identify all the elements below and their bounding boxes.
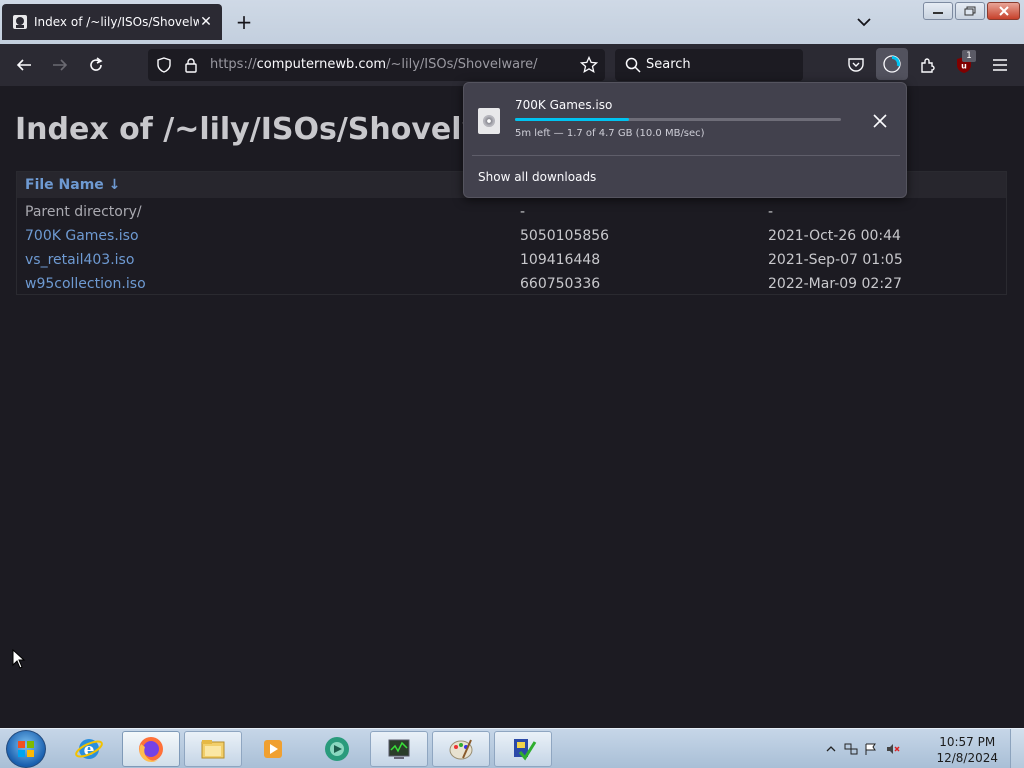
file-explorer-icon [201, 740, 225, 759]
download-progress-bar [515, 118, 841, 121]
window-controls [923, 2, 1020, 20]
parent-directory-link[interactable]: Parent directory/ [25, 204, 142, 220]
firefox-icon [139, 737, 163, 762]
taskbar-checklist-app[interactable] [494, 731, 552, 767]
close-icon [998, 6, 1009, 16]
url-text[interactable]: https://computernewb.com/~lily/ISOs/Shov… [210, 57, 538, 72]
divider [472, 155, 900, 156]
ublock-badge-count: 1 [962, 50, 976, 62]
file-date: 2022-Mar-09 02:27 [768, 276, 902, 292]
file-size: 5050105856 [520, 228, 610, 244]
file-size: - [520, 204, 526, 220]
url-host: computernewb.com [256, 57, 387, 72]
table-row: vs_retail403.iso 109416448 2021-Sep-07 0… [17, 248, 1006, 272]
clock-time: 10:57 PM [939, 735, 996, 749]
taskbar-file-explorer[interactable] [184, 731, 242, 767]
navigation-toolbar: https://computernewb.com/~lily/ISOs/Shov… [0, 44, 1024, 86]
downloads-panel: 700K Games.iso 5m left — 1.7 of 4.7 GB (… [463, 82, 907, 198]
file-size: 109416448 [520, 252, 601, 268]
file-date: 2021-Sep-07 01:05 [768, 252, 903, 268]
taskbar-firefox[interactable] [122, 731, 180, 767]
forward-button[interactable] [48, 53, 72, 77]
network-icon[interactable] [844, 743, 858, 755]
file-link[interactable]: vs_retail403.iso [25, 252, 134, 268]
task-manager-icon [388, 739, 410, 759]
back-arrow-icon [16, 59, 31, 71]
pocket-button[interactable] [844, 53, 868, 77]
cancel-download-button[interactable] [868, 109, 892, 133]
restore-button[interactable] [955, 2, 985, 20]
downloads-button[interactable] [876, 48, 908, 80]
url-path: /~lily/ISOs/Shovelware/ [386, 57, 538, 72]
favicon-icon [13, 15, 27, 29]
back-button[interactable] [12, 53, 36, 77]
windows-logo-icon [18, 741, 34, 757]
url-scheme: https:// [210, 57, 257, 72]
bookmark-star-icon[interactable] [580, 56, 598, 74]
taskbar-task-manager[interactable] [370, 731, 428, 767]
address-bar[interactable]: https://computernewb.com/~lily/ISOs/Shov… [148, 49, 605, 81]
new-tab-button[interactable]: + [232, 12, 256, 36]
forward-arrow-icon [53, 59, 68, 71]
close-window-button[interactable] [987, 2, 1020, 20]
minimize-icon [933, 12, 943, 14]
taskbar-disc-app[interactable] [308, 731, 366, 767]
tab-title: Index of /~lily/ISOs/Shovelware [34, 15, 199, 29]
download-progress-fill [515, 118, 630, 121]
svg-text:u: u [961, 62, 967, 71]
file-size: 660750336 [520, 276, 601, 292]
download-status: 5m left — 1.7 of 4.7 GB (10.0 MB/sec) [515, 128, 705, 139]
restore-icon [964, 6, 976, 16]
table-row: w95collection.iso 660750336 2022-Mar-09 … [17, 272, 1006, 296]
disc-image-file-icon [478, 108, 500, 134]
disc-app-icon [325, 737, 349, 761]
taskbar-media-player[interactable] [244, 731, 302, 767]
app-menu-button[interactable] [988, 53, 1012, 77]
minimize-button[interactable] [923, 2, 953, 20]
volume-muted-icon[interactable] [886, 743, 900, 755]
tab-close-icon[interactable]: ✕ [198, 14, 214, 30]
mouse-cursor-icon [12, 649, 26, 669]
search-icon [625, 57, 641, 73]
reload-icon [90, 57, 103, 71]
table-row: Parent directory/ - - [17, 200, 1006, 224]
close-icon [873, 114, 887, 128]
windows-taskbar: e 10:57 PM 12/8/2024 [0, 728, 1024, 768]
search-input[interactable]: Search [646, 57, 691, 72]
show-hidden-icons-chevron-icon[interactable] [824, 743, 838, 755]
internet-explorer-icon: e [75, 739, 103, 760]
checklist-app-icon [514, 739, 537, 761]
hamburger-menu-icon [993, 59, 1007, 71]
show-desktop-button[interactable] [1010, 729, 1024, 768]
download-progress-icon [883, 55, 901, 73]
action-center-flag-icon[interactable] [864, 743, 878, 755]
tab-active[interactable]: Index of /~lily/ISOs/Shovelware ✕ [2, 4, 222, 40]
taskbar-internet-explorer[interactable]: e [60, 731, 118, 767]
tab-strip: Index of /~lily/ISOs/Shovelware ✕ + [0, 0, 1024, 44]
start-button[interactable] [6, 730, 46, 768]
tracking-protection-shield-icon[interactable] [156, 57, 172, 73]
extensions-button[interactable] [916, 53, 940, 77]
puzzle-piece-icon [921, 58, 935, 73]
clock-date: 12/8/2024 [936, 751, 998, 765]
search-bar[interactable]: Search [615, 49, 803, 81]
file-link[interactable]: 700K Games.iso [25, 228, 139, 244]
table-row: 700K Games.iso 5050105856 2021-Oct-26 00… [17, 224, 1006, 248]
taskbar-clock[interactable]: 10:57 PM 12/8/2024 [936, 734, 998, 766]
taskbar-paint[interactable] [432, 731, 490, 767]
pocket-icon [848, 58, 864, 72]
reload-button[interactable] [84, 53, 108, 77]
show-all-downloads-link[interactable]: Show all downloads [478, 170, 596, 184]
media-player-icon [264, 740, 282, 758]
lock-icon[interactable] [184, 57, 198, 73]
file-link[interactable]: w95collection.iso [25, 276, 146, 292]
paint-icon [449, 739, 473, 760]
file-date: 2021-Oct-26 00:44 [768, 228, 901, 244]
file-date: - [768, 204, 774, 220]
column-header-file-name[interactable]: File Name ↓ [25, 177, 120, 193]
list-all-tabs-chevron-icon[interactable] [852, 12, 876, 32]
download-file-name[interactable]: 700K Games.iso [515, 98, 612, 112]
